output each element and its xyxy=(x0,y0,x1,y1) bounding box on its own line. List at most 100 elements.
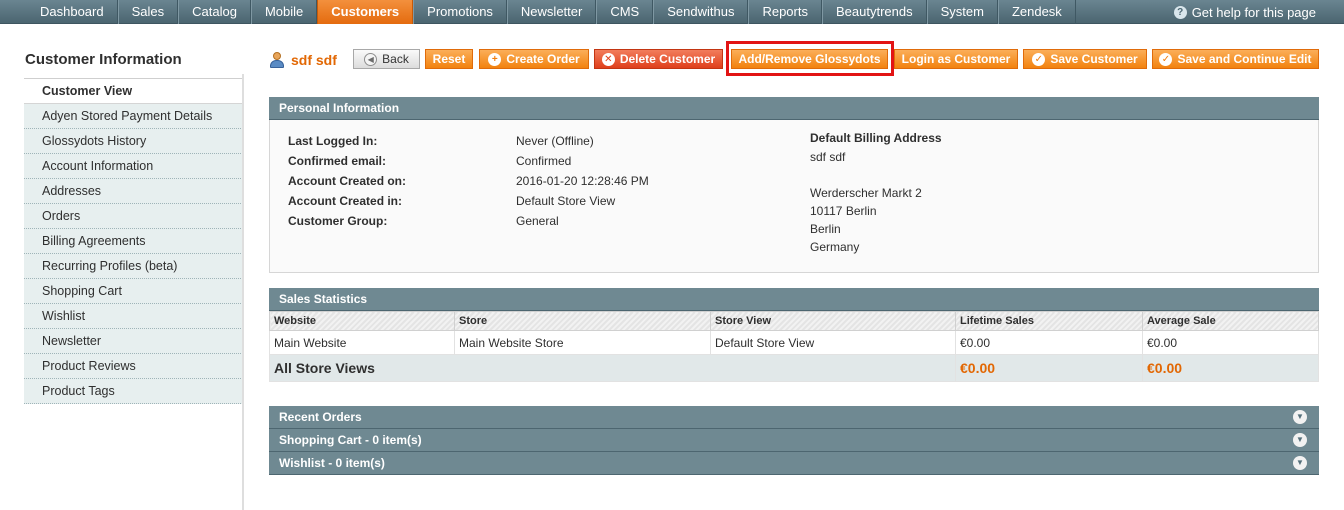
nav-item-sales[interactable]: Sales xyxy=(117,0,179,24)
nav-item-customers[interactable]: Customers xyxy=(317,0,414,24)
expand-arrow-icon[interactable]: ▼ xyxy=(1293,456,1307,470)
column-header-average-sale: Average Sale xyxy=(1142,311,1319,331)
back-button[interactable]: ◀ Back xyxy=(353,49,420,69)
billing-address-title: Default Billing Address xyxy=(810,131,942,145)
total-lifetime-sales: €0.00 xyxy=(955,354,1143,382)
checkmark-icon: ✓ xyxy=(1032,52,1046,66)
save-and-continue-button[interactable]: ✓ Save and Continue Edit xyxy=(1152,49,1319,69)
delete-customer-button[interactable]: ✕ Delete Customer xyxy=(594,49,723,69)
reset-button-label: Reset xyxy=(432,52,466,66)
cell-website: Main Website xyxy=(269,330,455,355)
billing-address-name: sdf sdf xyxy=(810,150,846,164)
cell-lifetime-sales: €0.00 xyxy=(955,330,1143,355)
account-created-in-label: Account Created in: xyxy=(288,194,403,208)
login-as-customer-button-label: Login as Customer xyxy=(901,52,1011,66)
customer-icon xyxy=(269,52,286,68)
column-header-website: Website xyxy=(269,311,455,331)
back-button-label: Back xyxy=(382,52,409,66)
wishlist-label: Wishlist - 0 item(s) xyxy=(279,456,385,470)
sidebar-item-orders[interactable]: Orders xyxy=(24,204,243,229)
confirmed-email-value: Confirmed xyxy=(516,154,572,168)
last-logged-in-label: Last Logged In: xyxy=(288,134,378,148)
column-header-lifetime-sales: Lifetime Sales xyxy=(955,311,1143,331)
sidebar-item-billing-agreements[interactable]: Billing Agreements xyxy=(24,229,243,254)
sidebar-item-newsletter[interactable]: Newsletter xyxy=(24,329,243,354)
delete-x-icon: ✕ xyxy=(601,52,615,66)
nav-item-dashboard[interactable]: Dashboard xyxy=(27,0,118,24)
table-total-row: All Store Views €0.00 €0.00 xyxy=(269,354,1319,382)
create-order-button[interactable]: + Create Order xyxy=(479,49,589,69)
help-link[interactable]: ? Get help for this page xyxy=(1173,0,1316,24)
total-label: All Store Views xyxy=(269,354,956,382)
sidebar-item-product-tags[interactable]: Product Tags xyxy=(24,379,243,404)
last-logged-in-value: Never (Offline) xyxy=(516,134,594,148)
sidebar-item-account-information[interactable]: Account Information xyxy=(24,154,243,179)
nav-item-sendwithus[interactable]: Sendwithus xyxy=(653,0,749,24)
help-link-label: Get help for this page xyxy=(1191,4,1316,20)
customer-group-value: General xyxy=(516,214,559,228)
customer-info-sidebar: Customer Information Customer View Adyen… xyxy=(24,48,244,510)
sidebar-divider xyxy=(242,74,244,510)
login-as-customer-button[interactable]: Login as Customer xyxy=(894,49,1018,69)
save-customer-button[interactable]: ✓ Save Customer xyxy=(1023,49,1147,69)
sidebar-title: Customer Information xyxy=(24,48,244,79)
cell-store: Main Website Store xyxy=(454,330,711,355)
nav-item-newsletter[interactable]: Newsletter xyxy=(506,0,597,24)
sidebar-item-adyen-stored-payment[interactable]: Adyen Stored Payment Details xyxy=(24,104,243,129)
total-average-sale: €0.00 xyxy=(1142,354,1319,382)
sidebar-item-shopping-cart[interactable]: Shopping Cart xyxy=(24,279,243,304)
sidebar-item-addresses[interactable]: Addresses xyxy=(24,179,243,204)
create-order-button-label: Create Order xyxy=(506,52,580,66)
expand-arrow-icon[interactable]: ▼ xyxy=(1293,410,1307,424)
sidebar-item-recurring-profiles[interactable]: Recurring Profiles (beta) xyxy=(24,254,243,279)
confirmed-email-label: Confirmed email: xyxy=(288,154,387,168)
table-row: Main Website Main Website Store Default … xyxy=(269,330,1319,355)
save-customer-button-label: Save Customer xyxy=(1050,52,1138,66)
shopping-cart-label: Shopping Cart - 0 item(s) xyxy=(279,433,422,447)
account-created-on-value: 2016-01-20 12:28:46 PM xyxy=(516,174,649,188)
save-and-continue-button-label: Save and Continue Edit xyxy=(1177,52,1312,66)
highlight-annotation xyxy=(726,41,894,76)
sales-statistics-header: Sales Statistics xyxy=(269,288,1319,311)
nav-item-mobile[interactable]: Mobile xyxy=(250,0,318,24)
nav-item-cms[interactable]: CMS xyxy=(596,0,654,24)
sales-statistics-table: Website Store Store View Lifetime Sales … xyxy=(269,311,1319,382)
customer-name: sdf sdf xyxy=(291,52,337,68)
delete-customer-button-label: Delete Customer xyxy=(619,52,716,66)
recent-orders-label: Recent Orders xyxy=(279,410,362,424)
shopping-cart-section[interactable]: Shopping Cart - 0 item(s) ▼ xyxy=(269,429,1319,452)
wishlist-section[interactable]: Wishlist - 0 item(s) ▼ xyxy=(269,452,1319,475)
recent-orders-section[interactable]: Recent Orders ▼ xyxy=(269,406,1319,429)
table-header-row: Website Store Store View Lifetime Sales … xyxy=(269,311,1319,331)
billing-address-country: Germany xyxy=(810,240,860,254)
column-header-store: Store xyxy=(454,311,711,331)
account-created-on-label: Account Created on: xyxy=(288,174,407,188)
reset-button[interactable]: Reset xyxy=(425,49,473,69)
top-navigation: Dashboard Sales Catalog Mobile Customers… xyxy=(0,0,1344,24)
back-arrow-icon: ◀ xyxy=(364,52,378,66)
expand-arrow-icon[interactable]: ▼ xyxy=(1293,433,1307,447)
sidebar-item-wishlist[interactable]: Wishlist xyxy=(24,304,243,329)
nav-item-catalog[interactable]: Catalog xyxy=(178,0,251,24)
cell-average-sale: €0.00 xyxy=(1142,330,1319,355)
billing-address-postcode-city: 10117 Berlin xyxy=(810,204,877,218)
nav-item-zendesk[interactable]: Zendesk xyxy=(997,0,1076,24)
nav-item-system[interactable]: System xyxy=(926,0,998,24)
checkmark-icon: ✓ xyxy=(1159,52,1173,66)
column-header-store-view: Store View xyxy=(710,311,956,331)
account-created-in-value: Default Store View xyxy=(516,194,616,208)
sidebar-item-product-reviews[interactable]: Product Reviews xyxy=(24,354,243,379)
sidebar-item-glossydots-history[interactable]: Glossydots History xyxy=(24,129,243,154)
billing-address-region: Berlin xyxy=(810,222,841,236)
personal-info-header: Personal Information xyxy=(269,97,1319,120)
personal-info-body: Last Logged In: Never (Offline) Confirme… xyxy=(269,120,1319,273)
nav-item-beautytrends[interactable]: Beautytrends xyxy=(821,0,927,24)
nav-item-reports[interactable]: Reports xyxy=(748,0,822,24)
plus-icon: + xyxy=(488,52,502,66)
billing-address-street: Werderscher Markt 2 xyxy=(810,186,922,200)
nav-menu: Dashboard Sales Catalog Mobile Customers… xyxy=(27,0,1076,24)
cell-store-view: Default Store View xyxy=(710,330,956,355)
customer-group-label: Customer Group: xyxy=(288,214,388,228)
nav-item-promotions[interactable]: Promotions xyxy=(413,0,507,24)
sidebar-item-customer-view[interactable]: Customer View xyxy=(24,79,243,104)
